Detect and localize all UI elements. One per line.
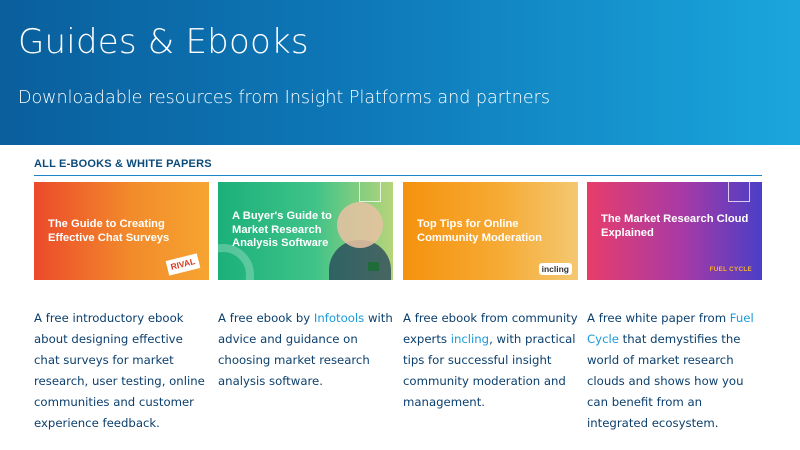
ebook-thumbnail[interactable]: The Market Research Cloud Explained FUEL… [587, 182, 762, 280]
page-hero: Guides & Ebooks Downloadable resources f… [0, 0, 800, 145]
description-text: that demystifies the world of market res… [587, 332, 744, 430]
ebook-thumbnail[interactable]: The Guide to Creating Effective Chat Sur… [34, 182, 209, 280]
ebook-card: The Market Research Cloud Explained FUEL… [587, 182, 762, 434]
description-text: A free white paper from [587, 311, 730, 325]
ebook-card: The Guide to Creating Effective Chat Sur… [34, 182, 209, 434]
section-heading: ALL E-BOOKS & WHITE PAPERS [34, 158, 212, 170]
incling-link[interactable]: incling [451, 332, 489, 346]
thumbnail-title: Top Tips for Online Community Moderation [417, 218, 542, 244]
incling-logo: incling [538, 263, 572, 275]
ebook-description: A free ebook from community experts incl… [403, 308, 578, 413]
fuel-cycle-logo: FUEL CYCLE [709, 266, 752, 273]
ebook-card: Top Tips for Online Community Moderation… [403, 182, 578, 413]
description-text: A free ebook by [218, 311, 314, 325]
thumbnail-title: A Buyer's Guide to Market Research Analy… [232, 210, 332, 249]
description-text: A free introductory ebook about designin… [34, 311, 205, 430]
infotools-link[interactable]: Infotools [314, 311, 364, 325]
thumbnail-title: The Guide to Creating Effective Chat Sur… [48, 218, 170, 244]
rival-logo: RIVAL [165, 253, 201, 276]
ebook-description: A free white paper from Fuel Cycle that … [587, 308, 762, 434]
thumbnail-title: The Market Research Cloud Explained [601, 213, 749, 239]
ebook-description: A free ebook by Infotools with advice an… [218, 308, 393, 392]
brand-mark-icon [728, 182, 750, 202]
page-subtitle: Downloadable resources from Insight Plat… [18, 88, 550, 108]
ebook-thumbnail[interactable]: A Buyer's Guide to Market Research Analy… [218, 182, 393, 280]
ebook-card: A Buyer's Guide to Market Research Analy… [218, 182, 393, 392]
brand-mark-icon [359, 182, 381, 202]
ebook-description: A free introductory ebook about designin… [34, 308, 209, 434]
page-title: Guides & Ebooks [18, 22, 309, 62]
infotools-logo-icon [368, 262, 379, 271]
ebook-thumbnail[interactable]: Top Tips for Online Community Moderation… [403, 182, 578, 280]
section-divider [34, 175, 762, 176]
